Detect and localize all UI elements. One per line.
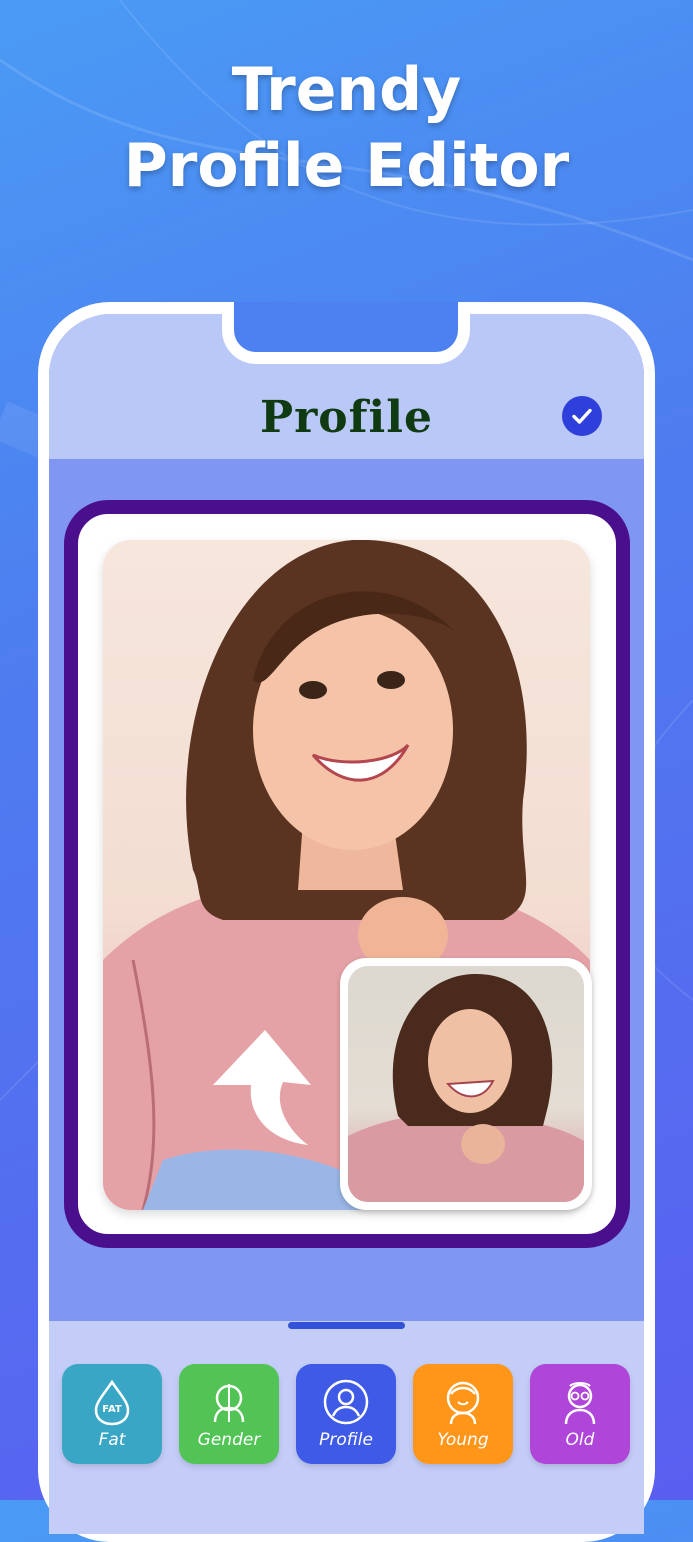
page-title: Profile [260, 392, 433, 443]
old-icon [564, 1382, 596, 1425]
fat-icon: FAT [94, 1379, 130, 1426]
original-photo-thumbnail [340, 958, 592, 1210]
headline-line-1: Trendy [231, 55, 462, 125]
tool-fat[interactable]: FAT Fat [62, 1364, 162, 1464]
tool-old-label: Old [565, 1430, 595, 1450]
app-screen: Profile FAT Fat Gender Profile Young Old [49, 314, 644, 1534]
phone-notch [222, 302, 470, 364]
check-circle-icon[interactable] [562, 396, 602, 436]
svg-text:FAT: FAT [102, 1404, 122, 1415]
tool-fat-label: Fat [98, 1430, 126, 1450]
tool-old[interactable]: Old [530, 1364, 630, 1464]
transform-arrow-icon [213, 1030, 311, 1145]
young-icon [446, 1381, 480, 1425]
tool-profile-label: Profile [319, 1430, 373, 1450]
headline-line-2: Profile Editor [123, 131, 570, 201]
gender-icon [213, 1384, 245, 1423]
drag-handle[interactable] [288, 1322, 405, 1329]
tool-young[interactable]: Young [413, 1364, 513, 1464]
promo-headline: Trendy Profile Editor [0, 52, 693, 204]
tool-profile[interactable]: Profile [296, 1364, 396, 1464]
profile-icon [323, 1379, 369, 1425]
tool-young-label: Young [437, 1430, 489, 1450]
tool-gender-label: Gender [197, 1430, 261, 1450]
tool-gender[interactable]: Gender [179, 1364, 279, 1464]
